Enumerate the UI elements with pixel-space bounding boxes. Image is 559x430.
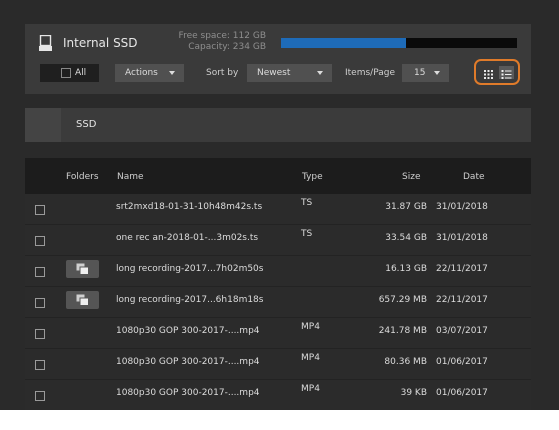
- actions-dropdown[interactable]: Actions: [115, 64, 184, 82]
- row-checkbox[interactable]: [35, 360, 45, 370]
- file-size: 31.87 GB: [385, 202, 427, 212]
- open-folder-button[interactable]: [66, 291, 99, 309]
- file-name[interactable]: one rec an-2018-01-...3m02s.ts: [116, 233, 258, 243]
- grid-view-icon: [484, 70, 493, 79]
- location-icon-cell: [25, 108, 61, 142]
- column-header-folders: Folders: [66, 172, 99, 182]
- select-all-toggle[interactable]: All: [40, 64, 99, 82]
- file-name[interactable]: 1080p30 GOP 300-2017-....mp4: [116, 357, 260, 367]
- file-size: 657.29 MB: [378, 295, 427, 305]
- file-size: 16.13 GB: [385, 264, 427, 274]
- view-mode-toggle: [474, 59, 520, 85]
- drive-icon: [39, 35, 52, 51]
- file-date: 31/01/2018: [436, 233, 488, 243]
- sort-value: Newest: [257, 68, 291, 78]
- chevron-down-icon: [169, 71, 175, 75]
- file-date: 22/11/2017: [436, 295, 488, 305]
- file-type: TS: [301, 229, 313, 239]
- storage-usage-bar: [281, 38, 517, 48]
- table-row[interactable]: long recording-2017...6h18m18s 657.29 MB 2…: [25, 287, 531, 318]
- folder-stack-icon: [76, 263, 89, 275]
- drive-name: Internal SSD: [63, 36, 138, 50]
- file-date: 31/01/2018: [436, 202, 488, 212]
- row-checkbox[interactable]: [35, 205, 45, 215]
- file-size: 80.36 MB: [384, 357, 427, 367]
- file-type: TS: [301, 198, 313, 208]
- row-checkbox[interactable]: [35, 391, 45, 401]
- select-all-checkbox[interactable]: [61, 68, 71, 78]
- storage-panel: Internal SSD Free space: 112 GB Capacity…: [25, 24, 531, 94]
- sort-by-label: Sort by: [206, 68, 239, 78]
- file-type: MP4: [301, 322, 320, 332]
- row-checkbox[interactable]: [35, 329, 45, 339]
- actions-label: Actions: [125, 68, 158, 78]
- items-per-page-dropdown[interactable]: 15: [402, 64, 449, 82]
- row-checkbox[interactable]: [35, 267, 45, 277]
- items-per-page-label: Items/Page: [345, 68, 395, 78]
- file-name[interactable]: 1080p30 GOP 300-2017-....mp4: [116, 326, 260, 336]
- list-view-button[interactable]: [499, 66, 514, 79]
- file-date: 01/06/2017: [436, 357, 488, 367]
- file-name[interactable]: srt2mxd18-01-31-10h48m42s.ts: [116, 202, 262, 212]
- file-size: 39 KB: [400, 388, 427, 398]
- file-browser-window: Internal SSD Free space: 112 GB Capacity…: [0, 0, 559, 410]
- column-header-type[interactable]: Type: [302, 172, 323, 182]
- column-header-name[interactable]: Name: [117, 172, 144, 182]
- select-all-label: All: [75, 68, 87, 78]
- space-info: Free space: 112 GB Capacity: 234 GB: [145, 31, 266, 53]
- file-name[interactable]: long recording-2017...7h02m50s: [116, 264, 263, 274]
- free-space-text: Free space: 112 GB: [178, 31, 266, 41]
- table-row[interactable]: 1080p30 GOP 300-2017-....mp4 MP4 39 KB 01/0…: [25, 380, 531, 410]
- location-bar: SSD: [25, 108, 531, 142]
- file-name[interactable]: 1080p30 GOP 300-2017-....mp4: [116, 388, 260, 398]
- folder-stack-icon: [76, 294, 89, 306]
- table-body: srt2mxd18-01-31-10h48m42s.ts TS 31.87 GB 31…: [25, 194, 531, 410]
- file-type: MP4: [301, 353, 320, 363]
- file-table: Folders Name Type Size Date srt2mxd18-01…: [25, 158, 531, 410]
- file-size: 241.78 MB: [378, 326, 427, 336]
- table-row[interactable]: long recording-2017...7h02m50s 16.13 GB 22…: [25, 256, 531, 287]
- open-folder-button[interactable]: [66, 260, 99, 278]
- table-row[interactable]: 1080p30 GOP 300-2017-....mp4 MP4 241.78 MB…: [25, 318, 531, 349]
- file-size: 33.54 GB: [385, 233, 427, 243]
- items-per-page-value: 15: [414, 68, 426, 78]
- table-row[interactable]: srt2mxd18-01-31-10h48m42s.ts TS 31.87 GB 31…: [25, 194, 531, 225]
- capacity-text: Capacity: 234 GB: [188, 42, 266, 52]
- sort-dropdown[interactable]: Newest: [247, 64, 332, 82]
- file-date: 22/11/2017: [436, 264, 488, 274]
- chevron-down-icon: [317, 71, 323, 75]
- file-name[interactable]: long recording-2017...6h18m18s: [116, 295, 263, 305]
- row-checkbox[interactable]: [35, 236, 45, 246]
- list-view-icon: [501, 70, 512, 79]
- table-row[interactable]: one rec an-2018-01-...3m02s.ts TS 33.54 GB…: [25, 225, 531, 256]
- location-label: SSD: [76, 119, 97, 130]
- column-header-size[interactable]: Size: [402, 172, 420, 182]
- table-header: Folders Name Type Size Date: [25, 158, 531, 194]
- storage-usage-fill: [281, 38, 407, 48]
- row-checkbox[interactable]: [35, 298, 45, 308]
- file-date: 01/06/2017: [436, 388, 488, 398]
- file-date: 03/07/2017: [436, 326, 488, 336]
- file-type: MP4: [301, 384, 320, 394]
- chevron-down-icon: [434, 71, 440, 75]
- table-row[interactable]: 1080p30 GOP 300-2017-....mp4 MP4 80.36 MB 0…: [25, 349, 531, 380]
- grid-view-button[interactable]: [481, 66, 496, 79]
- column-header-date[interactable]: Date: [463, 172, 485, 182]
